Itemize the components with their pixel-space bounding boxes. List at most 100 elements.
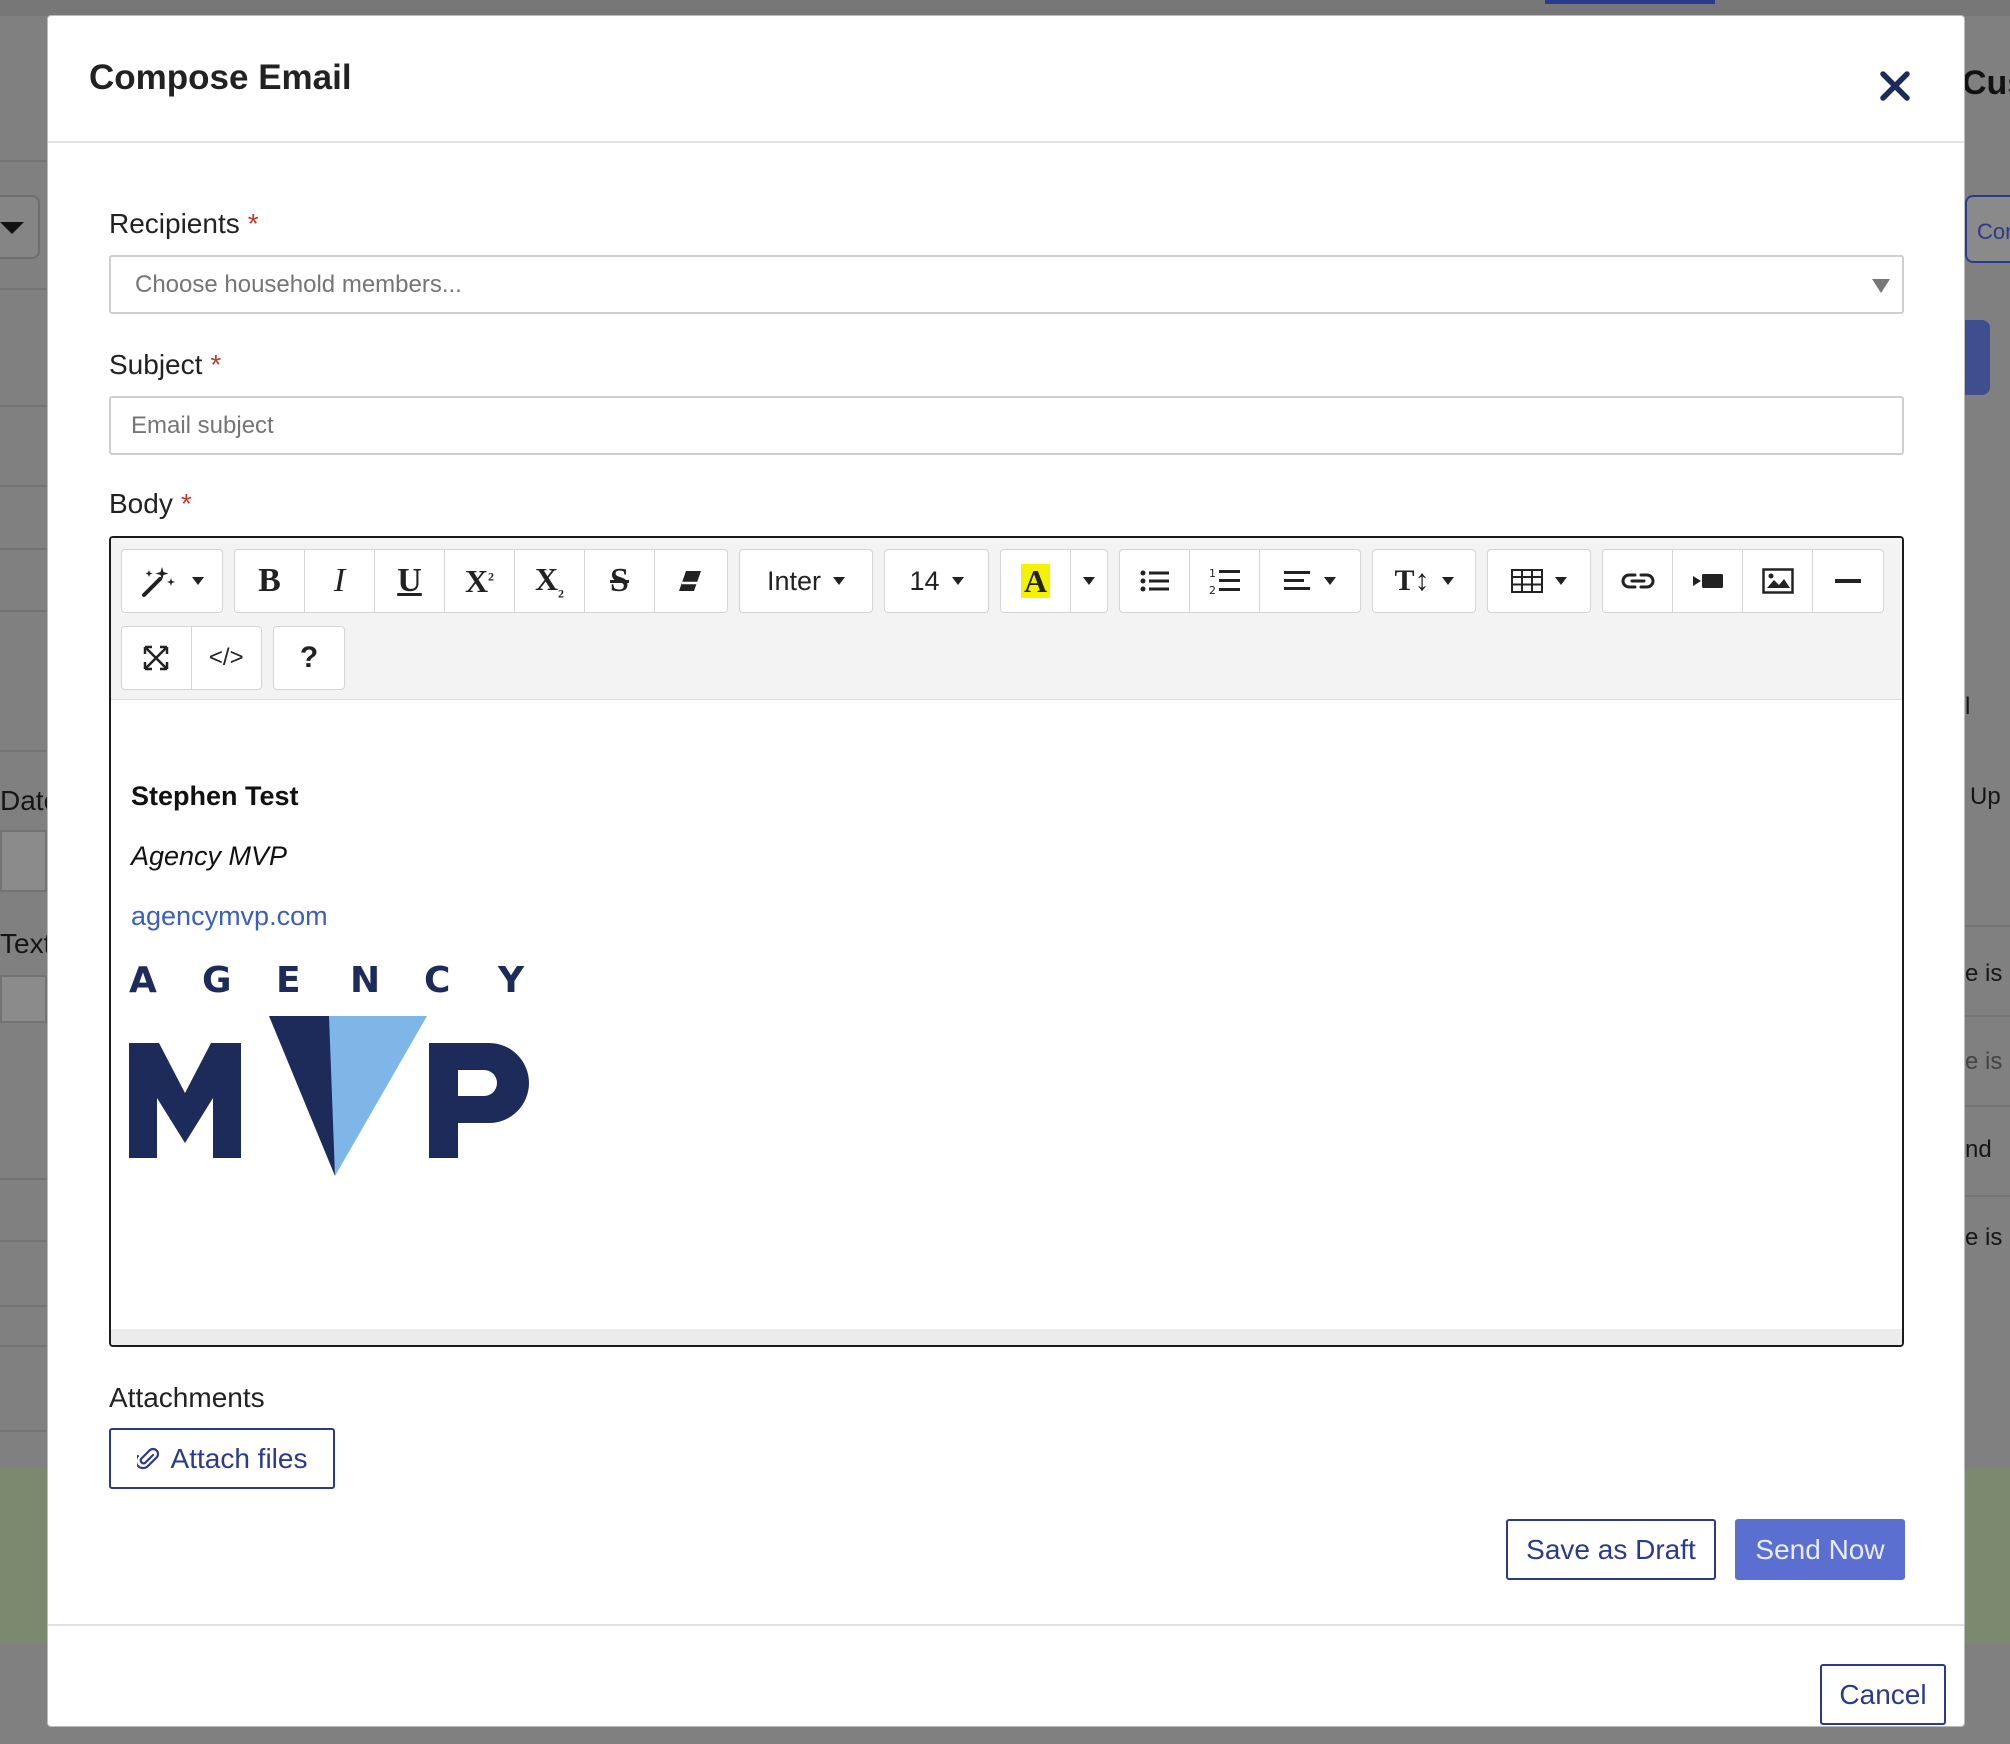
font-size-button[interactable]: 14 [885,550,988,612]
link-icon [1621,573,1654,589]
cancel-button[interactable]: Cancel [1820,1664,1946,1725]
align-button[interactable] [1260,550,1360,612]
font-family-select[interactable]: Inter [739,549,873,613]
backdrop-divider [0,610,47,612]
recipients-select[interactable]: Choose household members... [109,255,1904,314]
backdrop-divider [0,1240,47,1242]
link-button[interactable] [1603,550,1673,612]
attach-files-label: Attach files [170,1442,308,1474]
toolbar-group-style [121,549,223,613]
image-button[interactable] [1743,550,1813,612]
signature-link[interactable]: agencymvp.com [131,901,328,932]
caret-down-icon [0,222,24,234]
backdrop-right-label: e is [1965,1224,2003,1251]
body-label-text: Body [109,488,173,519]
compose-email-modal: Compose Email Recipients * Choose househo… [47,15,1965,1727]
subject-input[interactable] [109,396,1904,455]
horizontal-rule-icon [1835,579,1861,583]
backdrop-divider [0,750,47,752]
toolbar-group-table [1487,549,1591,613]
bullet-list-icon [1140,570,1169,592]
required-marker: * [247,208,259,239]
recipients-label-text: Recipients [109,208,240,239]
toolbar-group-color: A [1000,549,1108,613]
line-height-icon: T↕ [1394,564,1430,597]
clear-format-button[interactable] [655,550,725,612]
strikethrough-icon: S [610,562,629,599]
caret-down-icon [192,577,204,585]
color-dropdown-button[interactable] [1071,550,1107,612]
subject-label-text: Subject [109,349,203,380]
font-size-select[interactable]: 14 [884,549,989,613]
svg-text:G: G [202,960,232,1001]
underline-button[interactable]: U [375,550,445,612]
fullscreen-button[interactable] [122,627,192,689]
font-family-button[interactable]: Inter [740,550,872,612]
bullet-list-button[interactable] [1120,550,1190,612]
bold-button[interactable]: B [235,550,305,612]
backdrop-label-text: Text [0,928,52,959]
caret-down-icon [1555,577,1567,585]
chevron-down-icon [1872,279,1890,293]
editor-toolbar: B I U X2 X2 S Inter 14 A 1 2 T↕ </> ? [111,538,1902,700]
superscript-icon: X2 [464,562,495,599]
italic-icon: I [333,562,346,599]
editor-resize-bar[interactable] [111,1329,1902,1345]
toolbar-group-height: T↕ [1372,549,1476,613]
required-marker: * [210,349,222,380]
backdrop-text-input [0,975,47,1023]
font-size-value: 14 [909,565,940,596]
magic-icon [142,567,175,597]
help-button[interactable]: ? [274,627,344,689]
toolbar-group-insert [1602,549,1884,613]
recipients-placeholder: Choose household members... [135,271,462,298]
editor-content-area[interactable]: Stephen Test Agency MVP agencymvp.com A … [111,700,1902,1315]
code-view-button[interactable]: </> [192,627,262,689]
italic-button[interactable]: I [305,550,375,612]
caret-down-icon [1083,577,1095,585]
svg-text:A: A [129,960,157,1001]
close-icon [1880,71,1910,101]
agency-mvp-logo: A G E N C Y [129,960,529,1176]
save-draft-label: Save as Draft [1526,1533,1696,1565]
table-button[interactable] [1488,550,1590,612]
backdrop-right-label: Up [1970,783,2001,810]
modal-header: Compose Email [48,16,1964,143]
subscript-button[interactable]: X2 [515,550,585,612]
backdrop-divider [1965,1195,2010,1197]
subscript-icon: X2 [534,560,565,601]
backdrop-right-label: e is [1965,1048,2003,1075]
caret-down-icon [833,577,846,585]
backdrop-divider [0,1178,47,1180]
svg-text:Y: Y [497,960,525,1001]
numbered-list-button[interactable]: 1 2 [1190,550,1260,612]
backdrop-right-label: e is [1965,960,2003,987]
font-family-value: Inter [766,565,822,596]
toolbar-group-paragraph: 1 2 [1119,549,1361,613]
send-now-button[interactable]: Send Now [1735,1519,1905,1580]
paperclip-icon [136,1447,159,1469]
backdrop-divider [0,485,47,487]
style-button[interactable] [122,550,222,612]
horizontal-rule-button[interactable] [1813,550,1883,612]
backdrop-divider [1965,925,2010,927]
send-now-label: Send Now [1755,1533,1885,1565]
close-button[interactable] [1870,61,1920,111]
strikethrough-button[interactable]: S [585,550,655,612]
line-height-button[interactable]: T↕ [1373,550,1475,612]
subject-label: Subject * [109,349,221,381]
backdrop-divider [1965,1015,2010,1017]
cancel-label: Cancel [1839,1678,1927,1710]
backdrop-divider [0,405,47,407]
video-button[interactable] [1673,550,1743,612]
backdrop-divider [1965,1105,2010,1107]
toolbar-group-view: </> [121,626,262,690]
fullscreen-icon [144,645,169,671]
underline-icon: U [397,562,422,599]
save-draft-button[interactable]: Save as Draft [1506,1519,1716,1580]
attachments-label: Attachments [109,1382,265,1413]
highlight-button[interactable]: A [1001,550,1071,612]
caret-down-icon [1324,577,1336,585]
superscript-button[interactable]: X2 [445,550,515,612]
attach-files-button[interactable]: Attach files [109,1428,335,1489]
